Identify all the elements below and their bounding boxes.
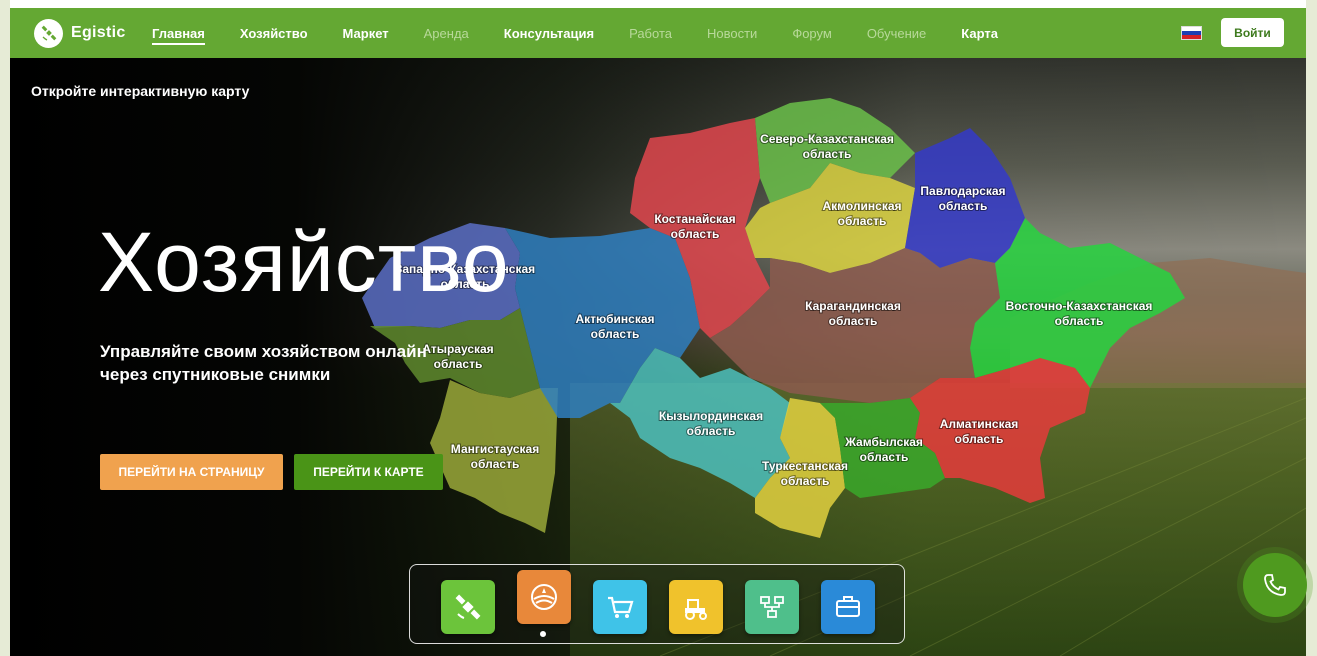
region-label-mangystau-line1: Мангистауская <box>451 442 539 456</box>
region-label-pavlodar-line2: область <box>939 199 988 213</box>
region-label-zhambyl-line2: область <box>860 450 909 464</box>
logo[interactable]: Egistic <box>34 18 126 48</box>
region-label-east-kz-line1: Восточно-Казахстанская <box>1006 299 1153 313</box>
hero-section: Западно-Казахстанская область Атырауская об… <box>10 58 1306 656</box>
region-label-mangystau-line2: область <box>471 457 520 471</box>
region-label-north-kz-line2: область <box>803 147 852 161</box>
region-label-almaty-line1: Алматинская <box>940 417 1019 431</box>
nav-item-7[interactable]: Форум <box>792 22 832 45</box>
region-label-akmola-line1: Акмолинская <box>822 199 901 213</box>
region-label-karaganda-line1: Карагандинская <box>805 299 901 313</box>
hero-subtitle: Управляйте своим хозяйством онлайн через… <box>100 342 427 384</box>
region-label-aktobe-line2: область <box>591 327 640 341</box>
region-label-akmola-line2: область <box>838 214 887 228</box>
region-label-atyrau-line2: область <box>434 357 483 371</box>
region-label-pavlodar-line1: Павлодарская <box>920 184 1005 198</box>
logo-text: Egistic <box>71 24 126 41</box>
region-label-kyzylorda-line2: область <box>687 424 736 438</box>
nav-item-2[interactable]: Маркет <box>343 22 389 45</box>
farm-globe-icon[interactable] <box>517 570 571 624</box>
services-dock <box>409 564 905 644</box>
page-left-margin <box>0 0 10 656</box>
region-label-turkestan-line2: область <box>781 474 830 488</box>
satellite-icon[interactable] <box>441 580 495 634</box>
phone-call-button[interactable] <box>1243 553 1307 617</box>
browser-top-strip <box>0 0 1317 8</box>
phone-icon <box>1264 574 1286 596</box>
nav-item-0[interactable]: Главная <box>152 22 205 45</box>
region-label-east-kz-line2: область <box>1055 314 1104 328</box>
region-label-kostanay-line1: Костанайская <box>654 212 735 226</box>
main-nav: Главная Хозяйство Маркет Аренда Консультация… <box>152 8 1033 58</box>
page-right-margin <box>1306 0 1317 656</box>
nav-item-9[interactable]: Карта <box>961 22 998 45</box>
go-to-page-button[interactable]: ПЕРЕЙТИ НА СТРАНИЦУ <box>100 454 283 490</box>
nav-item-1[interactable]: Хозяйство <box>240 22 308 45</box>
nav-item-5[interactable]: Работа <box>629 22 672 45</box>
shopping-cart-icon[interactable] <box>593 580 647 634</box>
nav-item-8[interactable]: Обучение <box>867 22 926 45</box>
hero-title: Хозяйство <box>98 215 510 309</box>
top-navigation-bar: Egistic Главная Хозяйство Маркет Аренда Конс… <box>10 8 1306 58</box>
region-label-north-kz-line1: Северо-Казахстанская <box>760 132 894 146</box>
satellite-logo-icon <box>34 18 63 48</box>
region-pavlodar[interactable] <box>905 128 1025 268</box>
go-to-map-button[interactable]: ПЕРЕЙТИ К КАРТЕ <box>294 454 443 490</box>
region-label-karaganda-line2: область <box>829 314 878 328</box>
nav-item-6[interactable]: Новости <box>707 22 757 45</box>
region-label-aktobe-line1: Актюбинская <box>575 312 654 326</box>
login-button[interactable]: Войти <box>1221 18 1284 47</box>
consultation-icon[interactable] <box>745 580 799 634</box>
region-label-almaty-line2: область <box>955 432 1004 446</box>
nav-item-4[interactable]: Консультация <box>504 22 594 45</box>
nav-item-3[interactable]: Аренда <box>424 22 469 45</box>
briefcase-icon[interactable] <box>821 580 875 634</box>
russia-flag-icon[interactable] <box>1181 26 1202 40</box>
active-dot-indicator <box>540 631 546 637</box>
region-label-zhambyl-line1: Жамбылская <box>844 435 923 449</box>
region-label-kyzylorda-line1: Кызылординская <box>659 409 763 423</box>
region-label-kostanay-line2: область <box>671 227 720 241</box>
tractor-icon[interactable] <box>669 580 723 634</box>
region-label-turkestan-line1: Туркестанская <box>762 459 848 473</box>
